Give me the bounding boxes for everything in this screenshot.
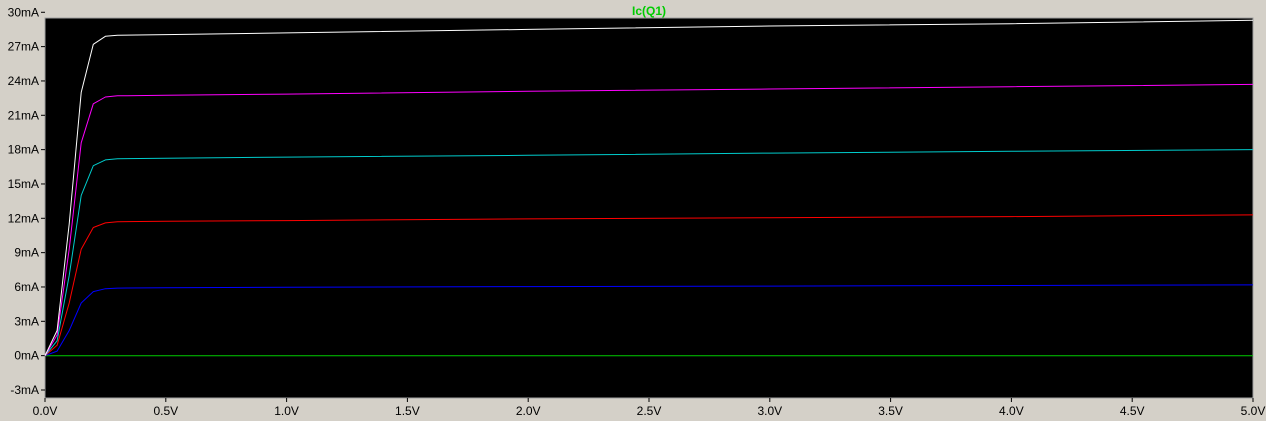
x-tick-label: 3.0V bbox=[757, 404, 782, 418]
y-tick-label: 27mA bbox=[8, 40, 39, 54]
x-tick-label: 2.5V bbox=[637, 404, 662, 418]
y-tick-label: 21mA bbox=[8, 108, 39, 122]
x-tick-label: 4.0V bbox=[999, 404, 1024, 418]
y-tick-label: 15mA bbox=[8, 177, 39, 191]
x-tick-label: 1.5V bbox=[395, 404, 420, 418]
x-tick-label: 1.0V bbox=[274, 404, 299, 418]
x-tick-label: 4.5V bbox=[1120, 404, 1145, 418]
y-tick-label: 0mA bbox=[14, 349, 39, 363]
y-tick-label: 18mA bbox=[8, 143, 39, 157]
y-tick-label: 30mA bbox=[8, 5, 39, 19]
y-tick-label: 3mA bbox=[14, 314, 39, 328]
x-tick-label: 0.5V bbox=[153, 404, 178, 418]
x-tick-label: 3.5V bbox=[878, 404, 903, 418]
x-tick-label: 0.0V bbox=[33, 404, 58, 418]
y-tick-label: 9mA bbox=[14, 246, 39, 260]
y-tick-label: 12mA bbox=[8, 211, 39, 225]
x-axis: 0.0V 0.5V 1.0V 1.5V 2.0V 2.5V 3.0V 3.5V 4.0V 4.5V… bbox=[33, 398, 1266, 418]
x-tick-label: 5.0V bbox=[1241, 404, 1266, 418]
y-tick-label: 6mA bbox=[14, 280, 39, 294]
y-axis: -3mA 0mA 3mA 6mA 9mA 12mA 15mA 18mA 21mA 24mA 27mA… bbox=[8, 5, 45, 397]
y-tick-label: -3mA bbox=[10, 383, 39, 397]
y-tick-label: 24mA bbox=[8, 74, 39, 88]
x-tick-label: 2.0V bbox=[516, 404, 541, 418]
plot-area-background bbox=[45, 18, 1253, 398]
line-chart[interactable]: Ic(Q1) -3mA 0mA 3mA 6mA 9mA 12mA 15mA 18mA 21mA 2… bbox=[0, 0, 1266, 421]
chart-title[interactable]: Ic(Q1) bbox=[632, 4, 666, 18]
plot-window: Ic(Q1) -3mA 0mA 3mA 6mA 9mA 12mA 15mA 18mA 21mA 2… bbox=[0, 0, 1266, 421]
